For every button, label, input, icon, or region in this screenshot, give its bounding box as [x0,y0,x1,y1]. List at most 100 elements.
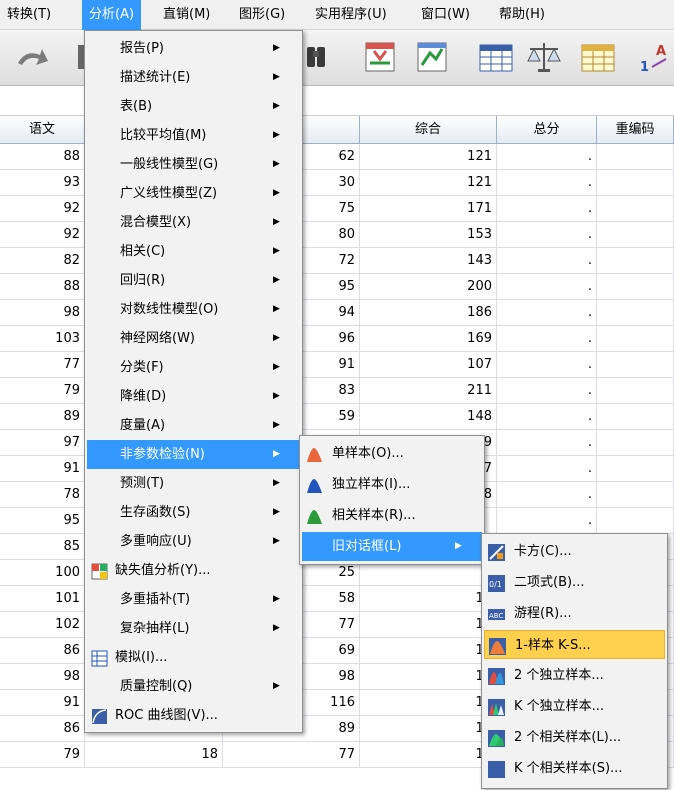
table-cell[interactable]: 169 [360,326,497,352]
table-cell[interactable]: 91 [0,456,85,482]
table-cell[interactable]: . [497,196,597,222]
table-cell[interactable]: 121 [360,170,497,196]
table-cell[interactable]: 98 [0,300,85,326]
table-cell[interactable]: 171 [360,196,497,222]
table-cell[interactable]: . [497,326,597,352]
legacy-menu-item-1[interactable]: 0/1 二项式(B)... [484,568,665,597]
select-cases-icon[interactable] [578,37,618,77]
analyze-menu-item-13[interactable]: 度量(A) ▶ [87,411,300,440]
analyze-menu-item-12[interactable]: 降维(D) ▶ [87,382,300,411]
legacy-menu-item-4[interactable]: 2 个独立样本... [484,661,665,690]
analyze-menu-item-20[interactable]: 复杂抽样(L) ▶ [87,614,300,643]
split-file-icon[interactable] [476,37,516,77]
menubar-item-1[interactable]: 分析(A) [82,0,142,30]
analyze-menu-item-3[interactable]: 比较平均值(M) ▶ [87,121,300,150]
analyze-menu-item-17[interactable]: 多重响应(U) ▶ [87,527,300,556]
table-cell[interactable]: 85 [0,534,85,560]
table-cell[interactable] [597,170,674,196]
table-cell[interactable]: . [497,274,597,300]
table-cell[interactable]: . [497,300,597,326]
table-cell[interactable] [597,404,674,430]
table-cell[interactable]: 89 [0,404,85,430]
table-cell[interactable] [597,248,674,274]
insert-cases-icon[interactable] [360,37,400,77]
nonparam-menu-item-0[interactable]: 单样本(O)... [302,439,482,468]
table-cell[interactable]: . [497,144,597,170]
table-cell[interactable]: 16 [360,664,497,690]
table-cell[interactable] [597,482,674,508]
analyze-menu-item-1[interactable]: 描述统计(E) ▶ [87,63,300,92]
table-cell[interactable]: 102 [0,612,85,638]
analyze-menu-item-23[interactable]: ROC 曲线图(V)... [87,701,300,730]
table-cell[interactable]: . [497,508,597,534]
menubar-item-4[interactable]: 实用程序(U) [308,0,394,30]
nonparam-menu-item-1[interactable]: 独立样本(I)... [302,470,482,499]
table-cell[interactable]: 12 [360,638,497,664]
table-cell[interactable]: 121 [360,144,497,170]
table-cell[interactable] [597,196,674,222]
table-cell[interactable]: 78 [0,482,85,508]
table-cell[interactable] [597,456,674,482]
weight-cases-icon[interactable] [524,37,564,77]
table-cell[interactable]: . [497,404,597,430]
nonparam-menu-item-2[interactable]: 相关样本(R)... [302,501,482,530]
analyze-menu-item-2[interactable]: 表(B) ▶ [87,92,300,121]
menubar-item-5[interactable]: 窗口(W) [414,0,477,30]
table-cell[interactable]: 79 [0,378,85,404]
analyze-menu-item-4[interactable]: 一般线性模型(G) ▶ [87,150,300,179]
table-cell[interactable]: 153 [360,222,497,248]
table-cell[interactable]: 98 [0,664,85,690]
table-cell[interactable] [597,326,674,352]
analyze-menu-item-18[interactable]: 缺失值分析(Y)... [87,556,300,585]
analyze-menu-item-8[interactable]: 回归(R) ▶ [87,266,300,295]
table-cell[interactable]: 13 [360,716,497,742]
table-cell[interactable]: . [497,378,597,404]
legacy-menu-item-2[interactable]: ABC 游程(R)... [484,599,665,628]
table-cell[interactable]: 103 [0,326,85,352]
table-cell[interactable]: 86 [0,638,85,664]
table-cell[interactable]: . [497,482,597,508]
table-cell[interactable]: 93 [0,170,85,196]
table-cell[interactable]: 16 [360,586,497,612]
legacy-menu-item-5[interactable]: K 个独立样本... [484,692,665,721]
legacy-menu-item-6[interactable]: 2 个相关样本(L)... [484,723,665,752]
menubar-item-3[interactable]: 图形(G) [232,0,292,30]
analyze-menu-item-11[interactable]: 分类(F) ▶ [87,353,300,382]
table-cell[interactable]: 92 [0,196,85,222]
table-cell[interactable] [597,300,674,326]
table-cell[interactable] [597,378,674,404]
table-cell[interactable]: . [497,352,597,378]
table-cell[interactable] [597,144,674,170]
table-cell[interactable]: 200 [360,274,497,300]
table-cell[interactable]: 97 [0,430,85,456]
table-cell[interactable]: 92 [0,222,85,248]
table-cell[interactable]: 14 [360,612,497,638]
table-cell[interactable]: . [497,170,597,196]
table-cell[interactable] [597,430,674,456]
table-cell[interactable] [597,274,674,300]
table-cell[interactable]: 88 [0,274,85,300]
analyze-menu-item-21[interactable]: 模拟(I)... [87,643,300,672]
table-cell[interactable]: 211 [360,378,497,404]
table-cell[interactable] [597,222,674,248]
analyze-menu-item-22[interactable]: 质量控制(Q) ▶ [87,672,300,701]
table-cell[interactable]: 18 [85,742,223,768]
table-cell[interactable]: . [497,430,597,456]
table-cell[interactable] [597,508,674,534]
table-cell[interactable]: . [497,456,597,482]
table-cell[interactable]: 143 [360,248,497,274]
column-header[interactable]: 总分 [497,116,597,144]
analyze-menu-item-19[interactable]: 多重插补(T) ▶ [87,585,300,614]
table-cell[interactable]: 101 [0,586,85,612]
table-cell[interactable]: 86 [0,716,85,742]
table-cell[interactable]: 148 [360,404,497,430]
table-cell[interactable]: 77 [223,742,360,768]
legacy-menu-item-0[interactable]: 卡方(C)... [484,537,665,566]
table-cell[interactable]: 17 [360,742,497,768]
table-cell[interactable]: 79 [0,742,85,768]
table-cell[interactable]: 77 [0,352,85,378]
menubar-item-2[interactable]: 直销(M) [156,0,217,30]
analyze-menu-item-7[interactable]: 相关(C) ▶ [87,237,300,266]
table-cell[interactable]: . [497,248,597,274]
table-cell[interactable]: 82 [0,248,85,274]
